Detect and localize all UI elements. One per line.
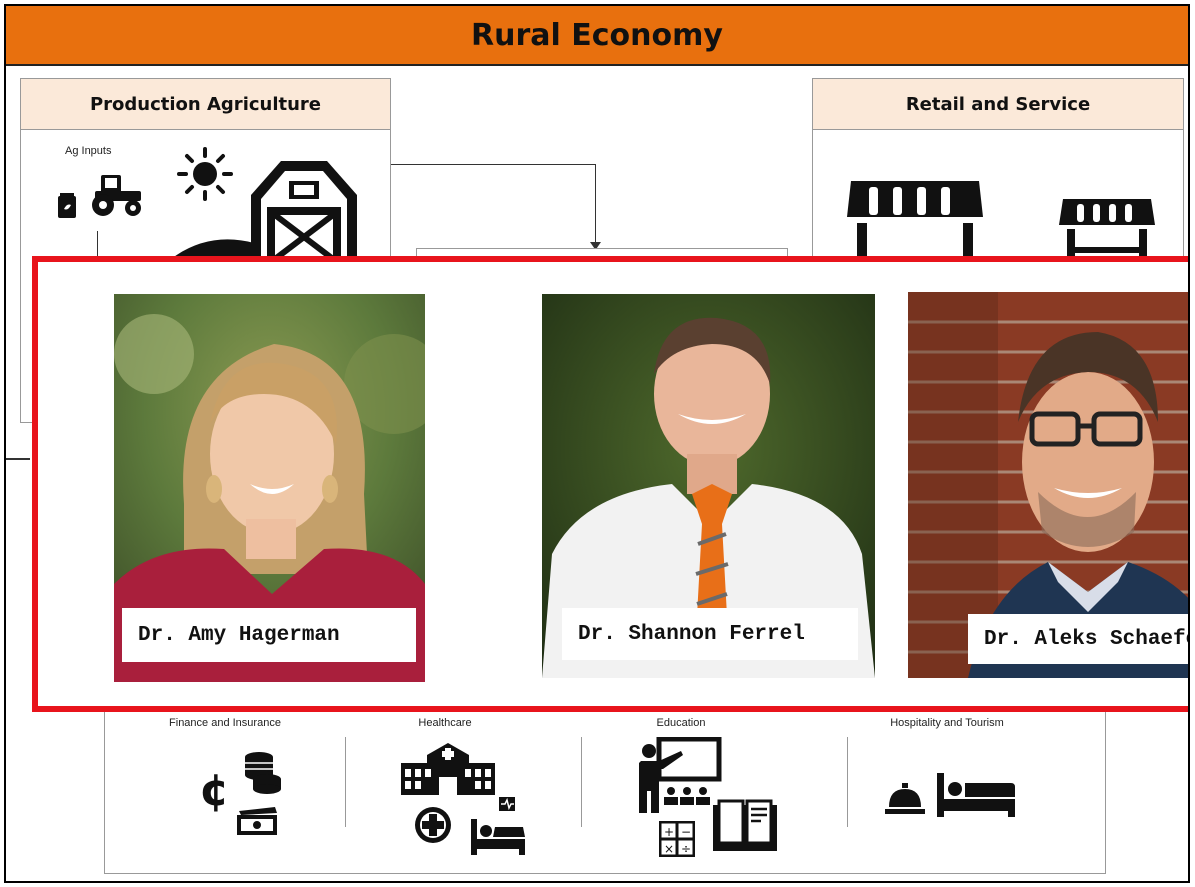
hospital-icon xyxy=(401,743,495,795)
open-book-icon xyxy=(713,799,777,851)
page-title: Rural Economy xyxy=(471,17,723,53)
svg-text:×: × xyxy=(664,842,674,856)
sector-hospitality: Hospitality and Tourism xyxy=(827,697,1067,873)
production-agriculture-header: Production Agriculture xyxy=(21,79,390,130)
rural-economy-diagram: Rural Economy Production Agriculture Ag … xyxy=(4,4,1190,883)
hotel-bed-icon xyxy=(937,773,1015,817)
retail-service-header: Retail and Service xyxy=(813,79,1183,130)
ag-inputs-label: Ag Inputs xyxy=(65,145,112,157)
fertilizer-bag-icon xyxy=(58,193,76,218)
sector-finance: Finance and Insurance ¢ xyxy=(105,697,345,873)
flow-arrow-line xyxy=(391,164,596,165)
sector-label-finance: Finance and Insurance xyxy=(169,717,281,729)
sector-label-healthcare: Healthcare xyxy=(418,717,472,729)
sector-healthcare: Healthcare xyxy=(325,697,565,873)
svg-text:÷: ÷ xyxy=(681,842,691,856)
tractor-icon xyxy=(92,175,141,216)
name-shannon-ferrel: Dr. Shannon Ferrel xyxy=(562,608,858,660)
large-storefront-icon xyxy=(847,181,983,257)
title-bar: Rural Economy xyxy=(6,6,1188,66)
services-sector-box: Finance and Insurance ¢ Healthcare Educa… xyxy=(104,696,1106,874)
small-storefront-icon xyxy=(1059,199,1155,257)
flow-arrow-line xyxy=(595,164,596,248)
connector-line xyxy=(6,458,30,460)
calculator-icon: + − × ÷ xyxy=(659,821,695,857)
coins-icon: ¢ xyxy=(199,752,281,835)
medical-plus-icon xyxy=(415,807,451,843)
svg-text:−: − xyxy=(681,825,691,839)
teacher-classroom-icon xyxy=(639,737,722,813)
sector-label-hospitality: Hospitality and Tourism xyxy=(890,717,1004,729)
name-amy-hagerman: Dr. Amy Hagerman xyxy=(122,608,416,662)
barn-icon xyxy=(171,161,357,259)
service-bell-icon xyxy=(885,783,925,814)
hospital-bed-icon xyxy=(471,797,525,855)
svg-text:+: + xyxy=(664,825,674,839)
svg-text:¢: ¢ xyxy=(199,765,230,816)
retail-service-box: Retail and Service xyxy=(812,78,1184,268)
sector-label-education: Education xyxy=(656,717,706,729)
sector-education: Education + − × ÷ xyxy=(561,697,801,873)
name-aleks-schaefer: Dr. Aleks Schaefer xyxy=(968,614,1188,664)
faculty-photos-overlay: Dr. Amy Hagerman Dr. Shannon Ferrel Dr. … xyxy=(32,256,1188,712)
